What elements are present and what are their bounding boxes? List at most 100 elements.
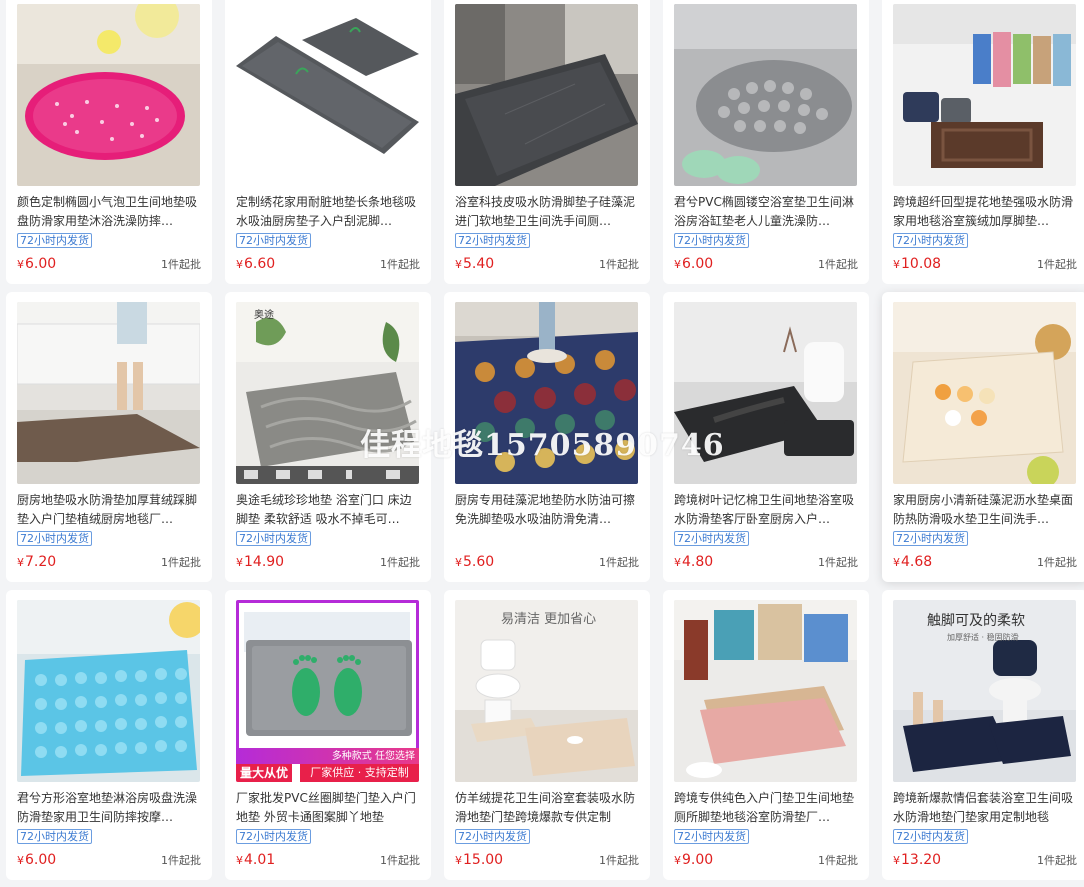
product-image[interactable] <box>236 4 419 186</box>
min-order: 1件起批 <box>380 258 420 271</box>
promo-label-factory: 厂家供应 · 支持定制 <box>300 764 419 782</box>
product-card[interactable]: 触脚可及的柔软 加厚舒适 · 稳固防滑 跨境新爆款情侣套装浴室卫生间吸水防滑地垫… <box>882 590 1084 880</box>
product-card[interactable]: 多种款式 任您选择 量大从优 厂家供应 · 支持定制 厂家批发PVC丝圈脚垫门垫… <box>225 590 431 880</box>
currency-symbol: ¥ <box>674 258 681 271</box>
min-order: 1件起批 <box>1037 258 1077 271</box>
product-title[interactable]: 厨房专用硅藻泥地垫防水防油可擦免洗脚垫吸水吸油防滑免清… <box>455 491 641 529</box>
currency-symbol: ¥ <box>893 854 900 867</box>
product-price: ¥7.20 <box>17 553 56 572</box>
product-price: ¥6.60 <box>236 255 275 274</box>
product-price: ¥13.20 <box>893 851 941 870</box>
price-value: 7.20 <box>25 554 57 570</box>
min-order: 1件起批 <box>1037 854 1077 867</box>
min-order: 1件起批 <box>818 854 858 867</box>
shipping-tag: 72小时内发货 <box>236 233 311 248</box>
product-card[interactable]: 颜色定制椭圆小气泡卫生间地垫吸盘防滑家用垫沐浴洗澡防摔… 72小时内发货 ¥6.… <box>6 0 212 284</box>
product-image[interactable]: 触脚可及的柔软 加厚舒适 · 稳固防滑 <box>893 600 1076 782</box>
product-price: ¥9.00 <box>674 851 713 870</box>
currency-symbol: ¥ <box>455 854 462 867</box>
product-title[interactable]: 颜色定制椭圆小气泡卫生间地垫吸盘防滑家用垫沐浴洗澡防摔… <box>17 193 203 231</box>
product-image[interactable] <box>674 600 857 782</box>
product-card[interactable]: 跨境专供纯色入户门垫卫生间地垫厕所脚垫地毯浴室防滑垫厂… 72小时内发货 ¥9.… <box>663 590 869 880</box>
product-card[interactable]: 浴室科技皮吸水防滑脚垫子硅藻泥进门软地垫卫生间洗手间厕… 72小时内发货 ¥5.… <box>444 0 650 284</box>
product-price: ¥10.08 <box>893 255 941 274</box>
currency-symbol: ¥ <box>455 258 462 271</box>
product-image[interactable] <box>17 302 200 484</box>
shipping-tag: 72小时内发货 <box>674 531 749 546</box>
product-image[interactable] <box>455 4 638 186</box>
product-price: ¥4.68 <box>893 553 932 572</box>
product-image[interactable] <box>674 302 857 484</box>
min-order: 1件起批 <box>599 854 639 867</box>
product-price: ¥5.60 <box>455 553 494 572</box>
price-value: 5.40 <box>463 256 495 272</box>
product-title[interactable]: 跨境专供纯色入户门垫卫生间地垫厕所脚垫地毯浴室防滑垫厂… <box>674 789 860 827</box>
price-value: 14.90 <box>244 554 285 570</box>
product-image[interactable] <box>17 4 200 186</box>
product-title[interactable]: 君兮方形浴室地垫淋浴房吸盘洗澡防滑垫家用卫生间防摔按摩… <box>17 789 203 827</box>
shipping-tag: 72小时内发货 <box>17 829 92 844</box>
product-image[interactable] <box>893 4 1076 186</box>
product-title[interactable]: 家用厨房小清新硅藻泥沥水垫桌面防热防滑吸水垫卫生间洗手… <box>893 491 1079 529</box>
product-card[interactable]: 跨境树叶记忆棉卫生间地垫浴室吸水防滑垫客厅卧室厨房入户… 72小时内发货 ¥4.… <box>663 292 869 582</box>
product-price: ¥4.80 <box>674 553 713 572</box>
product-card[interactable]: 君兮PVC椭圆镂空浴室垫卫生间淋浴房浴缸垫老人儿童洗澡防… 72小时内发货 ¥6… <box>663 0 869 284</box>
product-card[interactable]: 奥途 奥途毛绒珍珍地垫 浴室门口 床边脚垫 柔软舒适 吸水不掉毛可… 72小时内… <box>225 292 431 582</box>
price-value: 9.00 <box>682 852 714 868</box>
currency-symbol: ¥ <box>17 556 24 569</box>
product-card[interactable]: 跨境超纤回型提花地垫强吸水防滑家用地毯浴室簇绒加厚脚垫… 72小时内发货 ¥10… <box>882 0 1084 284</box>
shipping-tag: 72小时内发货 <box>455 829 530 844</box>
shipping-tag: 72小时内发货 <box>17 233 92 248</box>
product-card[interactable]: 厨房专用硅藻泥地垫防水防油可擦免洗脚垫吸水吸油防滑免清… ¥5.60 1件起批 <box>444 292 650 582</box>
product-image[interactable]: 奥途 <box>236 302 419 484</box>
product-title[interactable]: 厂家批发PVC丝圈脚垫门垫入户门地垫 外贸卡通图案脚丫地垫 <box>236 789 422 827</box>
product-price: ¥6.00 <box>17 255 56 274</box>
price-value: 4.80 <box>682 554 714 570</box>
currency-symbol: ¥ <box>893 556 900 569</box>
shipping-tag: 72小时内发货 <box>455 233 530 248</box>
min-order: 1件起批 <box>818 258 858 271</box>
price-value: 6.00 <box>25 852 57 868</box>
product-title[interactable]: 跨境超纤回型提花地垫强吸水防滑家用地毯浴室簇绒加厚脚垫… <box>893 193 1079 231</box>
product-title[interactable]: 跨境新爆款情侣套装浴室卫生间吸水防滑地垫门垫家用定制地毯 <box>893 789 1079 827</box>
min-order: 1件起批 <box>599 556 639 569</box>
product-price: ¥4.01 <box>236 851 275 870</box>
product-image[interactable] <box>17 600 200 782</box>
min-order: 1件起批 <box>1037 556 1077 569</box>
shipping-tag: 72小时内发货 <box>674 233 749 248</box>
product-title[interactable]: 浴室科技皮吸水防滑脚垫子硅藻泥进门软地垫卫生间洗手间厕… <box>455 193 641 231</box>
product-title[interactable]: 厨房地垫吸水防滑垫加厚茸绒踩脚垫入户门垫植绒厨房地毯厂… <box>17 491 203 529</box>
product-image[interactable] <box>455 302 638 484</box>
product-grid: 颜色定制椭圆小气泡卫生间地垫吸盘防滑家用垫沐浴洗澡防摔… 72小时内发货 ¥6.… <box>6 0 1084 880</box>
price-value: 4.68 <box>901 554 933 570</box>
product-card[interactable]: 易清洁 更加省心 仿羊绒提花卫生间浴室套装吸水防滑地垫门垫跨境爆款专供定制 72… <box>444 590 650 880</box>
min-order: 1件起批 <box>161 854 201 867</box>
product-image[interactable] <box>674 4 857 186</box>
price-value: 10.08 <box>901 256 942 272</box>
product-image[interactable]: 多种款式 任您选择 量大从优 厂家供应 · 支持定制 <box>236 600 419 782</box>
product-card[interactable]: 定制绣花家用耐脏地垫长条地毯吸水吸油厨房垫子入户刮泥脚… 72小时内发货 ¥6.… <box>225 0 431 284</box>
min-order: 1件起批 <box>599 258 639 271</box>
product-card[interactable]: 家用厨房小清新硅藻泥沥水垫桌面防热防滑吸水垫卫生间洗手… 72小时内发货 ¥4.… <box>882 292 1084 582</box>
currency-symbol: ¥ <box>17 258 24 271</box>
currency-symbol: ¥ <box>455 556 462 569</box>
product-card[interactable]: 厨房地垫吸水防滑垫加厚茸绒踩脚垫入户门垫植绒厨房地毯厂… 72小时内发货 ¥7.… <box>6 292 212 582</box>
product-title[interactable]: 仿羊绒提花卫生间浴室套装吸水防滑地垫门垫跨境爆款专供定制 <box>455 789 641 827</box>
min-order: 1件起批 <box>380 556 420 569</box>
product-title[interactable]: 奥途毛绒珍珍地垫 浴室门口 床边脚垫 柔软舒适 吸水不掉毛可… <box>236 491 422 529</box>
product-card[interactable]: 君兮方形浴室地垫淋浴房吸盘洗澡防滑垫家用卫生间防摔按摩… 72小时内发货 ¥6.… <box>6 590 212 880</box>
min-order: 1件起批 <box>818 556 858 569</box>
product-image[interactable] <box>893 302 1076 484</box>
promo-banner-bottom: 量大从优 厂家供应 · 支持定制 <box>236 764 419 782</box>
image-slogan-sub: 加厚舒适 · 稳固防滑 <box>947 633 1019 642</box>
currency-symbol: ¥ <box>236 556 243 569</box>
product-title[interactable]: 定制绣花家用耐脏地垫长条地毯吸水吸油厨房垫子入户刮泥脚… <box>236 193 422 231</box>
product-title[interactable]: 跨境树叶记忆棉卫生间地垫浴室吸水防滑垫客厅卧室厨房入户… <box>674 491 860 529</box>
price-value: 6.00 <box>682 256 714 272</box>
min-order: 1件起批 <box>161 258 201 271</box>
shipping-tag: 72小时内发货 <box>893 829 968 844</box>
product-title[interactable]: 君兮PVC椭圆镂空浴室垫卫生间淋浴房浴缸垫老人儿童洗澡防… <box>674 193 860 231</box>
product-image[interactable]: 易清洁 更加省心 <box>455 600 638 782</box>
product-price: ¥5.40 <box>455 255 494 274</box>
shipping-tag: 72小时内发货 <box>17 531 92 546</box>
